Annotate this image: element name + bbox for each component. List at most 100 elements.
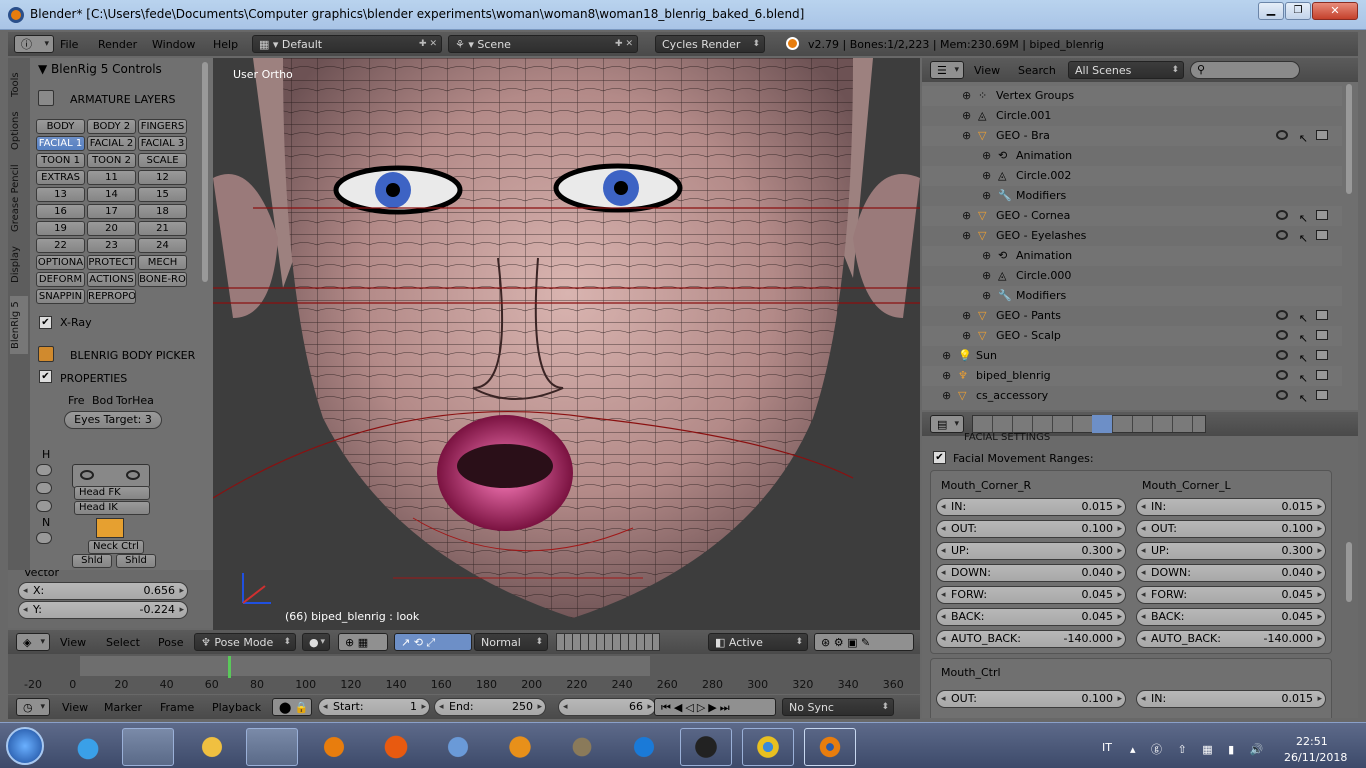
paint-taskbar-icon[interactable] bbox=[186, 728, 238, 766]
render-engine-dropdown[interactable]: Cycles Render ⬍ bbox=[655, 35, 765, 53]
mouth-ctrl-in-field[interactable]: IN: 0.015 bbox=[1136, 690, 1326, 708]
tab-options[interactable]: Options bbox=[10, 108, 28, 154]
layer-button[interactable]: FACIAL 1 bbox=[36, 136, 85, 151]
menu-help[interactable]: Help bbox=[213, 38, 238, 52]
expand-icon[interactable]: ⊕ bbox=[962, 106, 971, 126]
keying-buttons[interactable]: ⬤ 🔒 bbox=[272, 698, 312, 716]
expand-icon[interactable]: ⊕ bbox=[942, 386, 951, 406]
visibility-eye-icon[interactable] bbox=[1276, 370, 1288, 380]
picker-tab-torhea[interactable]: TorHea bbox=[116, 394, 154, 407]
visibility-eye-icon[interactable] bbox=[1276, 310, 1288, 320]
explorer-taskbar-icon[interactable] bbox=[246, 728, 298, 766]
3d-viewport[interactable]: User Ortho (66) biped_blenrig : look bbox=[213, 58, 920, 630]
outliner-row[interactable]: ⊕ ◬ Circle.000 bbox=[922, 266, 1342, 286]
right-field[interactable]: DOWN: 0.040 bbox=[1136, 564, 1326, 582]
renderable-camera-icon[interactable] bbox=[1316, 330, 1328, 340]
layer-button[interactable]: 11 bbox=[87, 170, 136, 185]
outliner-row[interactable]: ⊕ ◬ Circle.001 bbox=[922, 106, 1342, 126]
scene-selector[interactable]: ⚘ ▾ Scene ✚ ✕ bbox=[448, 35, 638, 53]
left-field[interactable]: OUT: 0.100 bbox=[936, 520, 1126, 538]
bone-layers-grid[interactable] bbox=[556, 633, 660, 651]
renderable-camera-icon[interactable] bbox=[1316, 210, 1328, 220]
layer-button[interactable]: SNAPPIN bbox=[36, 289, 85, 304]
render-buttons[interactable]: ⊛ ⚙ ▣ ✎ bbox=[814, 633, 914, 651]
visibility-eye-icon[interactable] bbox=[1276, 210, 1288, 220]
layer-button[interactable]: DEFORM bbox=[36, 272, 85, 287]
layer-button[interactable]: FACIAL 3 bbox=[138, 136, 187, 151]
layer-button[interactable]: FACIAL 2 bbox=[87, 136, 136, 151]
visibility-eye-icon[interactable] bbox=[1276, 230, 1288, 240]
facial-ranges-checkbox[interactable]: ✔ bbox=[933, 451, 946, 464]
md-taskbar-icon[interactable] bbox=[680, 728, 732, 766]
clock-date[interactable]: 26/11/2018 bbox=[1284, 751, 1347, 764]
expand-icon[interactable]: ⊕ bbox=[962, 206, 971, 226]
layer-button[interactable]: EXTRAS bbox=[36, 170, 85, 185]
expand-icon[interactable]: ⊕ bbox=[942, 366, 951, 386]
properties-context-tabs[interactable] bbox=[972, 415, 1206, 433]
expand-icon[interactable]: ⊕ bbox=[942, 346, 951, 366]
bone-constraint-tab[interactable] bbox=[1092, 415, 1112, 433]
renderable-camera-icon[interactable] bbox=[1316, 230, 1328, 240]
timeline-menu-frame[interactable]: Frame bbox=[160, 701, 194, 715]
timeline[interactable]: -20 0 20 40 60 80 100 120 140 160 180 200 220 240 260 2… bbox=[8, 654, 920, 694]
layer-button[interactable]: TOON 2 bbox=[87, 153, 136, 168]
playback-controls[interactable]: ⏮◀◁▷▶⏭ bbox=[654, 698, 776, 716]
left-field[interactable]: UP: 0.300 bbox=[936, 542, 1126, 560]
layer-button[interactable]: 23 bbox=[87, 238, 136, 253]
properties-scrollbar[interactable] bbox=[1346, 542, 1352, 602]
layer-button[interactable]: 16 bbox=[36, 204, 85, 219]
vector-x-field[interactable]: X: 0.656 bbox=[18, 582, 188, 600]
panel-header[interactable]: ▼ BlenRig 5 Controls bbox=[38, 62, 162, 76]
head-ik-button[interactable]: Head IK bbox=[74, 501, 150, 515]
minimize-button[interactable]: ▁ bbox=[1258, 2, 1284, 20]
layer-button[interactable]: FINGERS bbox=[138, 119, 187, 134]
layer-button[interactable]: OPTIONA bbox=[36, 255, 85, 270]
shelf-scrollbar[interactable] bbox=[202, 62, 208, 282]
snap-pivot-dropdown[interactable]: ◧ Active ⬍ bbox=[708, 633, 808, 651]
expand-icon[interactable]: ⊕ bbox=[982, 146, 991, 166]
eye-r-icon[interactable] bbox=[126, 470, 140, 480]
outliner-row[interactable]: ⊕ ▽ GEO - Scalp ↖ bbox=[922, 326, 1342, 346]
layout-selector[interactable]: ▦ ▾ Default ✚ ✕ bbox=[252, 35, 442, 53]
layer-button[interactable]: 15 bbox=[138, 187, 187, 202]
right-field[interactable]: FORW: 0.045 bbox=[1136, 586, 1326, 604]
timeline-menu-view[interactable]: View bbox=[62, 701, 88, 715]
outliner-row[interactable]: ⊕ ♆ biped_blenrig ↖ bbox=[922, 366, 1342, 386]
expand-icon[interactable]: ⊕ bbox=[962, 226, 971, 246]
visibility-eye-icon[interactable] bbox=[1276, 390, 1288, 400]
layer-button[interactable]: 19 bbox=[36, 221, 85, 236]
eye-l-icon[interactable] bbox=[80, 470, 94, 480]
selectable-cursor-icon[interactable]: ↖ bbox=[1299, 389, 1308, 409]
layer-button[interactable]: SCALE bbox=[138, 153, 187, 168]
viewport-menu-pose[interactable]: Pose bbox=[158, 636, 183, 650]
current-frame-field[interactable]: 66 bbox=[558, 698, 656, 716]
picker-toggle-2[interactable] bbox=[36, 482, 52, 494]
visibility-eye-icon[interactable] bbox=[1276, 350, 1288, 360]
renderable-camera-icon[interactable] bbox=[1316, 130, 1328, 140]
tab-display[interactable]: Display bbox=[10, 242, 28, 288]
viewport-menu-view[interactable]: View bbox=[60, 636, 86, 650]
mouth-ctrl-out-field[interactable]: OUT: 0.100 bbox=[936, 690, 1126, 708]
menu-window[interactable]: Window bbox=[152, 38, 195, 52]
layer-button[interactable]: 21 bbox=[138, 221, 187, 236]
layer-button[interactable]: BONE-RO bbox=[138, 272, 187, 287]
outliner-row[interactable]: ⊕ 🔧 Modifiers bbox=[922, 286, 1342, 306]
picker-tab-bod[interactable]: Bod bbox=[92, 394, 113, 407]
shading-dropdown[interactable]: ● ▾ bbox=[302, 633, 330, 651]
outliner-editor-type[interactable]: ☰ ▾ bbox=[930, 61, 964, 79]
layer-button[interactable]: 17 bbox=[87, 204, 136, 219]
outliner-menu-search[interactable]: Search bbox=[1018, 64, 1056, 78]
layer-button[interactable]: 24 bbox=[138, 238, 187, 253]
timeline-menu-playback[interactable]: Playback bbox=[212, 701, 261, 715]
outliner-menu-view[interactable]: View bbox=[974, 64, 1000, 78]
maximize-button[interactable]: ❐ bbox=[1285, 2, 1311, 20]
right-field[interactable]: UP: 0.300 bbox=[1136, 542, 1326, 560]
chrome-taskbar-icon[interactable] bbox=[742, 728, 794, 766]
ccleaner-taskbar-icon[interactable] bbox=[618, 728, 670, 766]
media-player-taskbar-icon[interactable] bbox=[122, 728, 174, 766]
visibility-eye-icon[interactable] bbox=[1276, 130, 1288, 140]
office-taskbar-icon[interactable] bbox=[308, 728, 360, 766]
vector-y-field[interactable]: Y: -0.224 bbox=[18, 601, 188, 619]
expand-icon[interactable]: ⊕ bbox=[982, 286, 991, 306]
outliner-search-input[interactable]: ⚲ bbox=[1190, 61, 1300, 79]
